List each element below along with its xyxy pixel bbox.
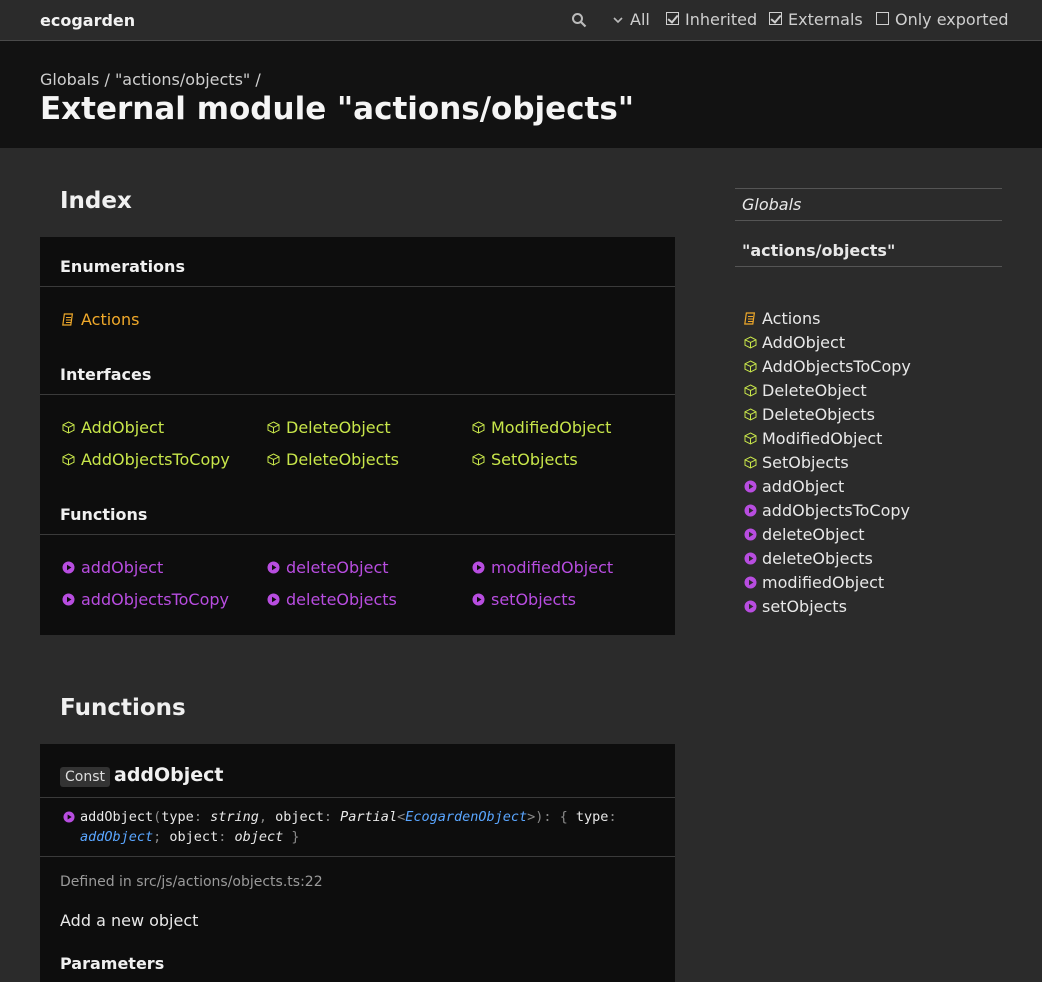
index-panel: Enumerations Actions Interfaces AddObjec… [40,237,675,635]
divider [40,856,675,857]
index-interface-link[interactable]: AddObject [62,418,164,437]
index-function-link[interactable]: deleteObject [267,558,389,577]
enum-icon [62,313,74,326]
interface-icon [744,432,757,445]
defined-in[interactable]: Defined in src/js/actions/objects.ts:22 [60,874,323,890]
inherited-checkbox[interactable]: Inherited [666,10,757,29]
function-icon [744,480,757,493]
divider [735,220,1002,221]
only-exported-label: Only exported [895,10,1009,29]
search-icon[interactable] [571,12,587,28]
checkbox-unchecked-icon [876,12,889,25]
checkbox-checked-icon [666,12,679,25]
sidebar-item-modifiedobject-fn[interactable]: modifiedObject [744,573,884,592]
function-icon [267,593,280,606]
function-signature-line-2: addObject; object: object } [80,829,300,845]
sidebar-item-setobjects[interactable]: SetObjects [744,453,849,472]
interface-icon [267,453,280,466]
sidebar-item-deleteobjects-fn[interactable]: deleteObjects [744,549,873,568]
sidebar-item-actions[interactable]: Actions [744,309,820,328]
function-icon [744,552,757,565]
visibility-select-value: All [630,10,650,29]
sidebar-item-deleteobject[interactable]: DeleteObject [744,381,867,400]
top-bar: ecogarden All Inherited Externals Only e… [0,0,1042,41]
sidebar-item-setobjects-fn[interactable]: setObjects [744,597,847,616]
functions-heading: Functions [60,695,186,721]
function-icon [744,504,757,517]
index-function-link[interactable]: deleteObjects [267,590,397,609]
index-function-link[interactable]: setObjects [472,590,576,609]
index-function-link[interactable]: addObjectsToCopy [62,590,229,609]
divider [40,534,675,535]
interface-icon [62,453,75,466]
interfaces-title: Interfaces [60,365,152,384]
visibility-select[interactable]: All [612,10,650,29]
index-function-link[interactable]: addObject [62,558,163,577]
sidebar-globals-link[interactable]: Globals [742,195,801,214]
function-description: Add a new object [60,911,199,930]
interface-icon [472,453,485,466]
function-icon [267,561,280,574]
function-icon [62,561,75,574]
divider [40,797,675,798]
breadcrumb[interactable]: Globals / "actions/objects" / [40,70,261,89]
enum-icon [744,312,756,325]
ecogarden-object-type-link[interactable]: EcogardenObject [405,809,527,825]
functions-title: Functions [60,505,148,524]
interface-icon [744,384,757,397]
sidebar-item-addobject[interactable]: AddObject [744,333,845,352]
interface-icon [744,408,757,421]
interface-icon [267,421,280,434]
sidebar-item-modifiedobject[interactable]: ModifiedObject [744,429,882,448]
index-heading: Index [60,188,132,214]
sidebar-item-deleteobjects[interactable]: DeleteObjects [744,405,875,424]
index-interface-link[interactable]: AddObjectsToCopy [62,450,230,469]
function-icon [62,593,75,606]
page-header: Globals / "actions/objects" / External m… [0,41,1042,148]
interface-icon [744,360,757,373]
interface-icon [744,456,757,469]
interface-icon [744,336,757,349]
divider [735,266,1002,267]
index-interface-link[interactable]: ModifiedObject [472,418,611,437]
function-signature: addObject(type: string, object: Partial<… [80,809,617,825]
function-icon [63,811,75,823]
function-icon [744,600,757,613]
function-icon [744,528,757,541]
inherited-label: Inherited [685,10,758,29]
externals-checkbox[interactable]: Externals [769,10,863,29]
brand-link[interactable]: ecogarden [40,11,135,30]
sidebar-item-addobjectstocopy[interactable]: AddObjectsToCopy [744,357,911,376]
interface-icon [62,421,75,434]
index-enum-link[interactable]: Actions [62,310,139,329]
parameters-title: Parameters [60,954,165,973]
sidebar-module-link[interactable]: "actions/objects" [742,241,895,260]
function-icon [472,561,485,574]
page-title: External module "actions/objects" [40,91,634,127]
function-name: addObject [114,764,224,786]
index-interface-link[interactable]: DeleteObjects [267,450,399,469]
const-badge: Const [60,767,110,787]
function-icon [472,593,485,606]
enumerations-title: Enumerations [60,257,185,276]
sidebar-item-addobject-fn[interactable]: addObject [744,477,844,496]
add-object-type-link[interactable]: addObject [80,829,153,845]
index-interface-link[interactable]: DeleteObject [267,418,391,437]
only-exported-checkbox[interactable]: Only exported [876,10,1009,29]
index-function-link[interactable]: modifiedObject [472,558,613,577]
sidebar-item-addobjectstocopy-fn[interactable]: addObjectsToCopy [744,501,910,520]
function-icon [744,576,757,589]
divider [40,394,675,395]
divider [735,188,1002,189]
divider [40,286,675,287]
externals-label: Externals [788,10,863,29]
index-interface-link[interactable]: SetObjects [472,450,578,469]
checkbox-checked-icon [769,12,782,25]
interface-icon [472,421,485,434]
sidebar-item-deleteobject-fn[interactable]: deleteObject [744,525,865,544]
chevron-down-icon [613,16,623,23]
